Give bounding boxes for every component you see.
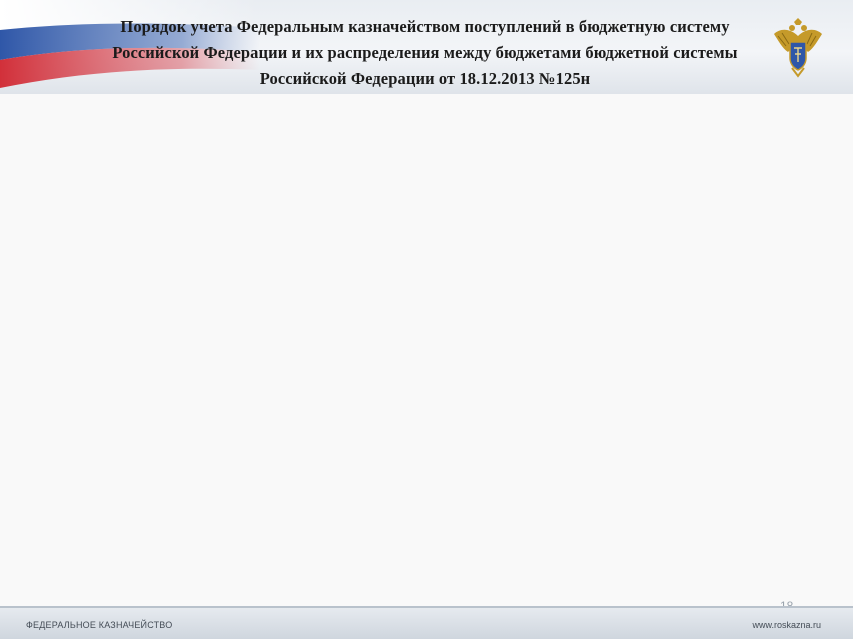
footer-organization-name: ФЕДЕРАЛЬНОЕ КАЗНАЧЕЙСТВО [26,620,173,630]
title-line-1: Порядок учета Федеральным казначейством … [120,17,730,36]
page-title: Порядок учета Федеральным казначейством … [20,14,830,92]
footer-website-link[interactable]: www.roskazna.ru [752,620,821,630]
slide: Порядок учета Федеральным казначейством … [0,0,853,639]
title-line-2: Российской Федерации и их распределения … [112,43,738,62]
content-area [0,94,853,606]
slide-header: Порядок учета Федеральным казначейством … [0,0,853,94]
treasury-emblem-icon [774,18,822,78]
slide-footer: ФЕДЕРАЛЬНОЕ КАЗНАЧЕЙСТВО www.roskazna.ru [0,608,853,639]
title-line-3: Российской Федерации от 18.12.2013 №125н [259,69,591,88]
